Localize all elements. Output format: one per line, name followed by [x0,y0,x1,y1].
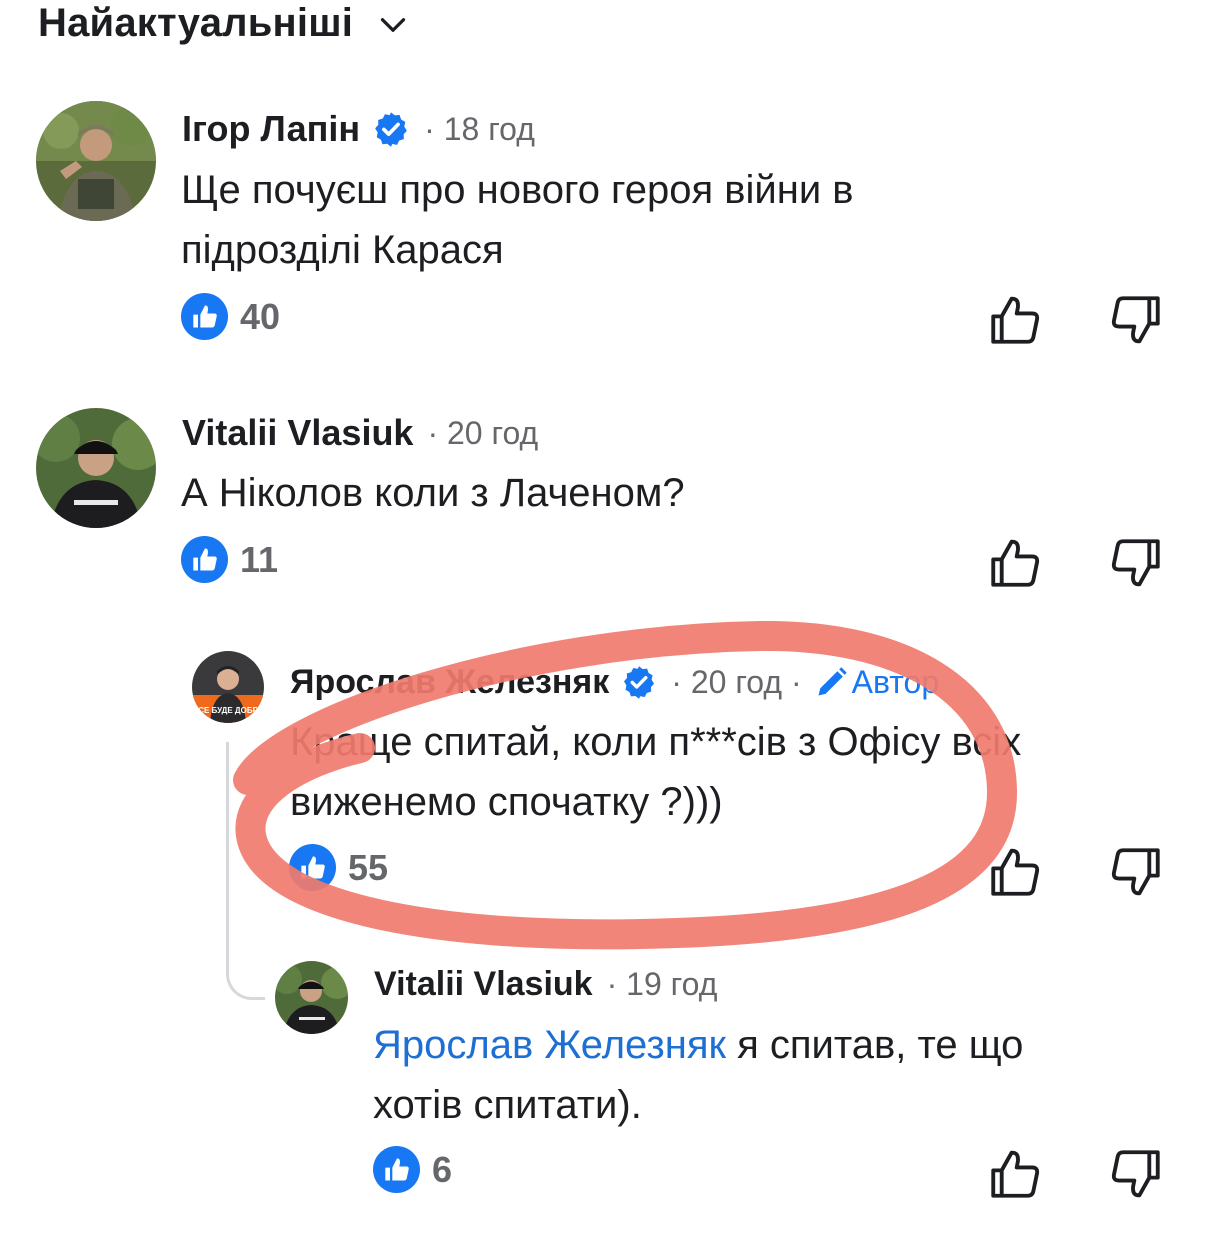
thumbs-down-icon[interactable] [1107,843,1165,901]
comment-header: Ярослав Железняк · 20 год · Автор [290,660,939,704]
like-reaction-icon [181,536,228,583]
comment-text-line: А Ніколов коли з Лаченом? [181,471,685,515]
comment-text-line: Ярослав Железняк я спитав, те що [373,1021,1023,1081]
chevron-down-icon [380,18,406,32]
thumbs-down-icon[interactable] [1107,291,1165,349]
like-reaction-icon [373,1146,420,1193]
avatar[interactable] [36,408,156,528]
comment-text-line: хотів спитати). [373,1083,642,1127]
comment-text-line: виженемо спочатку ?))) [290,780,723,824]
comment-text: Ще почуєш про нового героя війни в підро… [181,166,854,286]
sort-dropdown[interactable]: Найактуальніші [38,0,411,46]
author-name[interactable]: Ігор Лапін [182,108,360,150]
like-count: 40 [240,295,281,337]
author-badge: Автор [851,663,940,700]
sort-label: Найактуальніші [38,0,354,45]
reaction-summary[interactable]: 11 [181,536,278,583]
mention-link[interactable]: Ярослав Железняк [373,1023,726,1067]
avatar[interactable] [275,961,348,1034]
comment-text-line: Краще спитай, коли п***сів з Офісу всіх [290,720,1022,764]
thumbs-down-icon[interactable] [1107,1145,1165,1203]
comment-time: · 20 год · [671,663,802,700]
avatar[interactable]: ВСЕ БУДЕ ДОБРЕ [192,651,264,723]
like-count: 55 [348,846,389,888]
reaction-summary[interactable]: 55 [289,844,388,891]
thumbs-up-icon[interactable] [986,843,1044,901]
author-name[interactable]: Vitalii Vlasiuk [182,412,413,454]
author-name[interactable]: Ярослав Железняк [290,663,609,702]
like-count: 6 [432,1148,453,1190]
avatar-caption: ВСЕ БУДЕ ДОБРЕ [192,706,264,715]
like-count: 11 [240,538,279,580]
author-name[interactable]: Vitalii Vlasiuk [374,965,593,1004]
comment-time: · 18 год [424,110,535,147]
like-reaction-icon [181,293,228,340]
avatar[interactable] [36,101,156,221]
thumbs-up-icon[interactable] [986,1145,1044,1203]
comment-text-fragment: я спитав, те що [726,1023,1024,1067]
reaction-summary[interactable]: 6 [373,1146,452,1193]
thumbs-down-icon[interactable] [1107,534,1165,592]
verified-badge-icon [375,112,408,147]
comment-text-line: підрозділі Карася [181,228,504,272]
comment-text: А Ніколов коли з Лаченом? [181,469,685,529]
thumbs-up-icon[interactable] [986,291,1044,349]
comment-header: Vitalii Vlasiuk · 19 год [374,962,717,1006]
like-reaction-icon [289,844,336,891]
pencil-icon [818,667,847,696]
comment-header: Ігор Лапін · 18 год [182,106,535,152]
comment-header: Vitalii Vlasiuk · 20 год [182,410,538,456]
comment-text-line: Ще почуєш про нового героя війни в [181,168,854,212]
verified-badge-icon [624,666,655,699]
comment-text: Краще спитай, коли п***сів з Офісу всіх … [290,718,1021,838]
thumbs-up-icon[interactable] [986,534,1044,592]
thread-connector [226,742,265,1000]
comment-time: · 20 год [427,414,539,451]
comment-time: · 19 год [606,965,718,1002]
reaction-summary[interactable]: 40 [181,293,280,340]
comment-text: Ярослав Железняк я спитав, те що хотів с… [373,1021,1023,1141]
